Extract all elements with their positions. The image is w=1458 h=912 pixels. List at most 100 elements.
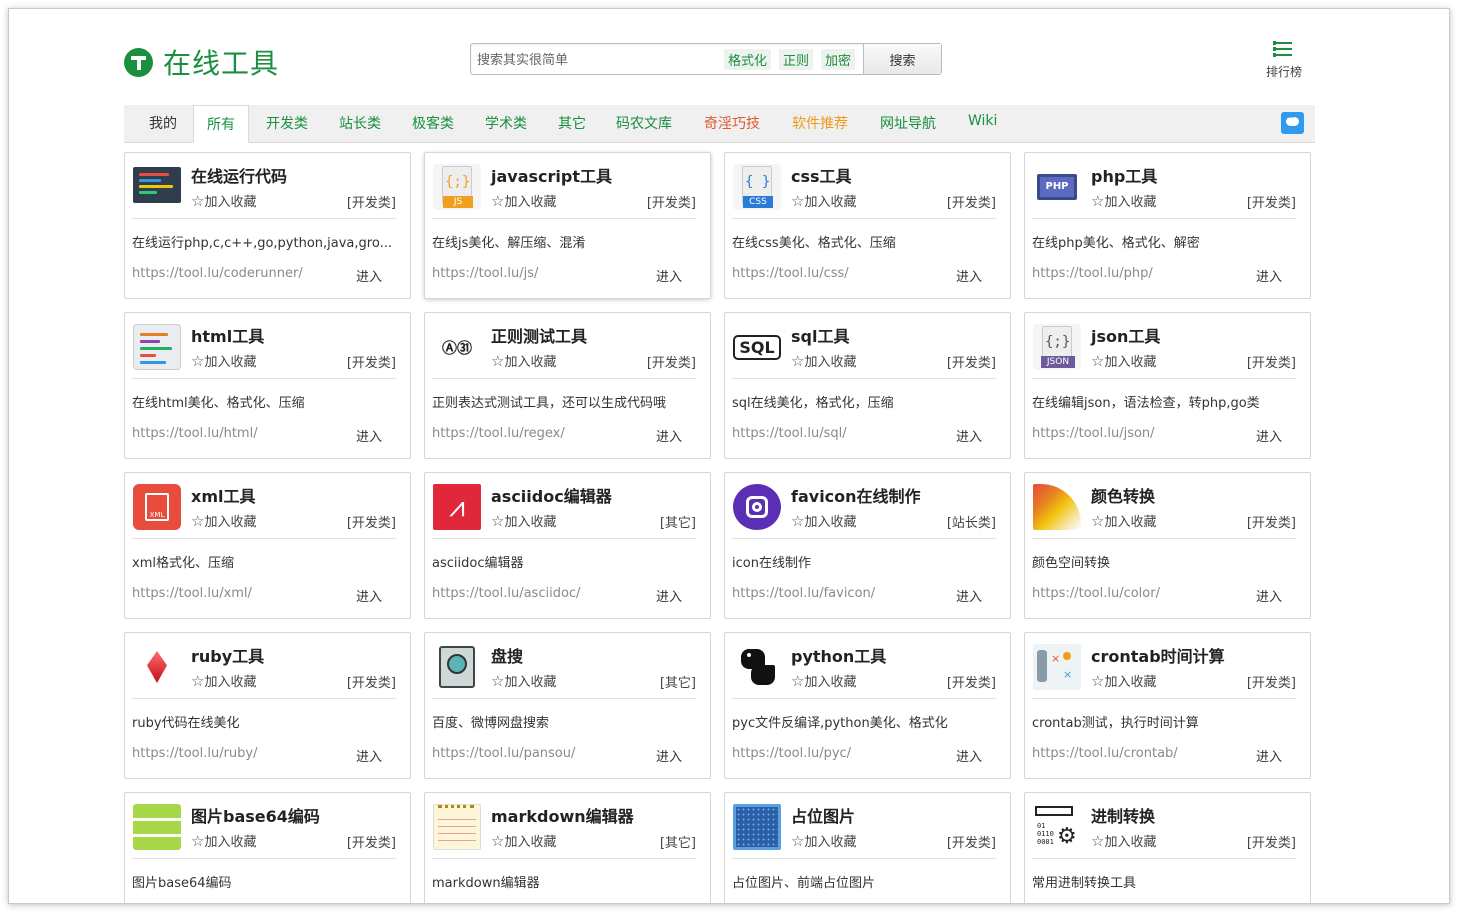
enter-link[interactable]: 进入 — [1256, 586, 1282, 605]
add-favorite-button[interactable]: ☆加入收藏 — [1091, 191, 1156, 210]
add-favorite-button[interactable]: ☆加入收藏 — [791, 671, 856, 690]
chat-icon[interactable] — [1281, 112, 1304, 134]
add-favorite-button[interactable]: ☆加入收藏 — [791, 511, 856, 530]
tool-card[interactable]: 图片base64编码 ☆加入收藏 [开发类] 图片base64编码 — [124, 792, 411, 903]
nav-tab[interactable]: 网址导航 — [880, 113, 936, 133]
rank-link[interactable]: 排行榜 — [1259, 41, 1309, 80]
enter-link[interactable]: 进入 — [356, 746, 382, 765]
nav-tab[interactable]: 极客类 — [412, 113, 454, 133]
enter-link[interactable]: 进入 — [356, 586, 382, 605]
tool-title[interactable]: 进制转换 — [1091, 803, 1155, 827]
add-favorite-button[interactable]: ☆加入收藏 — [791, 191, 856, 210]
tool-card[interactable]: 颜色转换 ☆加入收藏 [开发类] 颜色空间转换 https://tool.lu/colo… — [1024, 472, 1311, 619]
add-favorite-button[interactable]: ☆加入收藏 — [191, 511, 256, 530]
enter-link[interactable]: 进入 — [1256, 266, 1282, 285]
nav-tab[interactable]: 所有 — [193, 105, 249, 143]
tool-url[interactable]: https://tool.lu/asciidoc/ — [432, 586, 580, 601]
tool-card[interactable]: 盘搜 ☆加入收藏 [其它] 百度、微博网盘搜索 https://tool.lu/pans… — [424, 632, 711, 779]
add-favorite-button[interactable]: ☆加入收藏 — [191, 671, 256, 690]
tool-card[interactable]: ruby工具 ☆加入收藏 [开发类] ruby代码在线美化 https://tool.l… — [124, 632, 411, 779]
add-favorite-button[interactable]: ☆加入收藏 — [491, 831, 556, 850]
tool-title[interactable]: asciidoc编辑器 — [491, 483, 612, 507]
nav-tab[interactable]: 软件推荐 — [792, 113, 848, 133]
enter-link[interactable]: 进入 — [356, 266, 382, 285]
tool-title[interactable]: javascript工具 — [491, 163, 612, 187]
add-favorite-button[interactable]: ☆加入收藏 — [1091, 831, 1156, 850]
add-favorite-button[interactable]: ☆加入收藏 — [1091, 671, 1156, 690]
tool-title[interactable]: python工具 — [791, 643, 886, 667]
tool-title[interactable]: 正则测试工具 — [491, 323, 587, 347]
tool-title[interactable]: favicon在线制作 — [791, 483, 921, 507]
tool-url[interactable]: https://tool.lu/json/ — [1032, 426, 1155, 441]
enter-link[interactable]: 进入 — [956, 586, 982, 605]
tool-card[interactable]: 01 0110 0001 ⚙ 进制转换 ☆加入收藏 [开发类] 常用进制转换工具 — [1024, 792, 1311, 903]
tool-url[interactable]: https://tool.lu/color/ — [1032, 586, 1160, 601]
tool-title[interactable]: php工具 — [1091, 163, 1157, 187]
tool-card[interactable]: {;} JSON json工具 ☆加入收藏 [开发类] 在线编辑json，语法检查，转ph… — [1024, 312, 1311, 459]
add-favorite-button[interactable]: ☆加入收藏 — [191, 191, 256, 210]
nav-tab[interactable]: 码农文库 — [616, 113, 672, 133]
tool-card[interactable]: html工具 ☆加入收藏 [开发类] 在线html美化、格式化、压缩 https://t… — [124, 312, 411, 459]
tool-card[interactable]: SQL sql工具 ☆加入收藏 [开发类] sql在线美化，格式化，压缩 https://… — [724, 312, 1011, 459]
tool-url[interactable]: https://tool.lu/regex/ — [432, 426, 565, 441]
tool-title[interactable]: 在线运行代码 — [191, 163, 287, 187]
add-favorite-button[interactable]: ☆加入收藏 — [1091, 511, 1156, 530]
add-favorite-button[interactable]: ☆加入收藏 — [191, 351, 256, 370]
enter-link[interactable]: 进入 — [356, 426, 382, 445]
tool-title[interactable]: xml工具 — [191, 483, 255, 507]
tool-card[interactable]: × × crontab时间计算 ☆加入收藏 [开发类] crontab测试，执行时间计算 h… — [1024, 632, 1311, 779]
enter-link[interactable]: 进入 — [956, 266, 982, 285]
tool-title[interactable]: 盘搜 — [491, 643, 523, 667]
tool-title[interactable]: 颜色转换 — [1091, 483, 1155, 507]
enter-link[interactable]: 进入 — [656, 746, 682, 765]
add-favorite-button[interactable]: ☆加入收藏 — [491, 351, 556, 370]
tool-card[interactable]: 占位图片 ☆加入收藏 [开发类] 占位图片、前端占位图片 — [724, 792, 1011, 903]
enter-link[interactable]: 进入 — [656, 586, 682, 605]
tool-url[interactable]: https://tool.lu/js/ — [432, 266, 538, 281]
tool-card[interactable]: Ⓐ㉛ 正则测试工具 ☆加入收藏 [开发类] 正则表达式测试工具，还可以生成代码哦 http… — [424, 312, 711, 459]
add-favorite-button[interactable]: ☆加入收藏 — [791, 351, 856, 370]
nav-tab[interactable]: 奇淫巧技 — [704, 113, 760, 133]
tool-card[interactable]: favicon在线制作 ☆加入收藏 [站长类] icon在线制作 https://too… — [724, 472, 1011, 619]
site-logo[interactable]: 在线工具 — [124, 42, 279, 82]
tool-url[interactable]: https://tool.lu/css/ — [732, 266, 849, 281]
tool-url[interactable]: https://tool.lu/pyc/ — [732, 746, 851, 761]
tool-card[interactable]: python工具 ☆加入收藏 [开发类] pyc文件反编译,python美化、格式化 h… — [724, 632, 1011, 779]
tool-title[interactable]: markdown编辑器 — [491, 803, 634, 827]
tool-url[interactable]: https://tool.lu/xml/ — [132, 586, 252, 601]
tool-title[interactable]: css工具 — [791, 163, 852, 187]
tool-url[interactable]: https://tool.lu/ruby/ — [132, 746, 258, 761]
tool-title[interactable]: html工具 — [191, 323, 264, 347]
add-favorite-button[interactable]: ☆加入收藏 — [491, 671, 556, 690]
enter-link[interactable]: 进入 — [956, 426, 982, 445]
tool-url[interactable]: https://tool.lu/html/ — [132, 426, 258, 441]
search-tag-format[interactable]: 格式化 — [723, 48, 771, 70]
tool-url[interactable]: https://tool.lu/php/ — [1032, 266, 1153, 281]
tool-url[interactable]: https://tool.lu/crontab/ — [1032, 746, 1178, 761]
tool-card[interactable]: XML xml工具 ☆加入收藏 [开发类] xml格式化、压缩 https://tool.… — [124, 472, 411, 619]
nav-tab[interactable]: 站长类 — [339, 113, 381, 133]
nav-tab[interactable]: 学术类 — [485, 113, 527, 133]
tool-card[interactable]: markdown编辑器 ☆加入收藏 [其它] markdown编辑器 — [424, 792, 711, 903]
tool-title[interactable]: crontab时间计算 — [1091, 643, 1225, 667]
tool-title[interactable]: 图片base64编码 — [191, 803, 320, 827]
add-favorite-button[interactable]: ☆加入收藏 — [491, 511, 556, 530]
nav-tab[interactable]: 我的 — [149, 113, 177, 133]
search-button[interactable]: 搜索 — [863, 44, 941, 74]
add-favorite-button[interactable]: ☆加入收藏 — [191, 831, 256, 850]
tool-url[interactable]: https://tool.lu/coderunner/ — [132, 266, 303, 281]
tool-card[interactable]: PHP php工具 ☆加入收藏 [开发类] 在线php美化、格式化、解密 https://… — [1024, 152, 1311, 299]
tool-card[interactable]: 在线运行代码 ☆加入收藏 [开发类] 在线运行php,c,c++,go,python,… — [124, 152, 411, 299]
tool-title[interactable]: 占位图片 — [791, 803, 855, 827]
search-tag-regex[interactable]: 正则 — [778, 48, 813, 70]
tool-title[interactable]: ruby工具 — [191, 643, 264, 667]
tool-url[interactable]: https://tool.lu/favicon/ — [732, 586, 875, 601]
add-favorite-button[interactable]: ☆加入收藏 — [491, 191, 556, 210]
search-tag-encrypt[interactable]: 加密 — [820, 48, 855, 70]
nav-tab[interactable]: 其它 — [558, 113, 586, 133]
tool-url[interactable]: https://tool.lu/pansou/ — [432, 746, 575, 761]
enter-link[interactable]: 进入 — [656, 266, 682, 285]
search-input[interactable] — [471, 44, 724, 74]
add-favorite-button[interactable]: ☆加入收藏 — [791, 831, 856, 850]
tool-title[interactable]: json工具 — [1091, 323, 1160, 347]
